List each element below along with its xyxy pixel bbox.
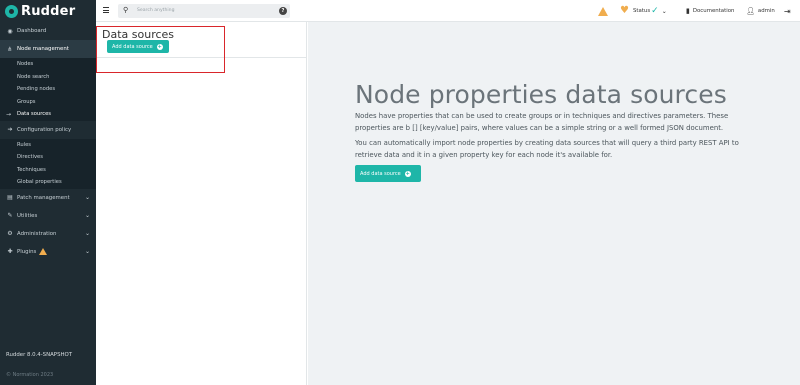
search-bar[interactable]: ⚲ Search anything ? xyxy=(118,4,290,18)
configuration-policy-submenu: Rules Directives Techniques Global prope… xyxy=(0,138,96,189)
dashboard-icon: ◉ xyxy=(7,27,13,35)
wrench-icon: ✎ xyxy=(7,212,13,219)
chevron-down-icon: ⌄ xyxy=(84,212,90,219)
warning-icon xyxy=(598,6,608,16)
gear-icon: ⚙ xyxy=(7,230,13,237)
copyright-label: © Normation 2023 xyxy=(6,372,54,378)
sidebar-subitem-nodes[interactable]: Nodes xyxy=(0,58,96,71)
topbar: ⚲ Search anything ? ♥ Status ✓ ⌄ ▮ Docum… xyxy=(96,0,800,22)
check-icon: ✓ xyxy=(651,6,659,16)
main-title: Node properties data sources xyxy=(355,80,727,109)
sidebar-item-plugins[interactable]: ✚ Plugins ⌄ xyxy=(0,243,96,261)
chevron-down-icon: ⌄ xyxy=(84,230,90,237)
description-paragraph: You can automatically import node proper… xyxy=(355,139,739,159)
node-management-submenu: Nodes Node search Pending nodes Groups D… xyxy=(0,58,96,121)
sidebar-item-patch-management[interactable]: ▤ Patch management ⌄ xyxy=(0,189,96,207)
description-paragraph: Nodes have properties that can be used t… xyxy=(355,112,729,132)
sidebar-subitem-node-search[interactable]: Node search xyxy=(0,71,96,84)
search-icon: ⚲ xyxy=(123,6,129,14)
sidebar-item-administration[interactable]: ⚙ Administration ⌄ xyxy=(0,225,96,243)
highlight-box xyxy=(96,26,225,73)
sidebar-item-utilities[interactable]: ✎ Utilities ⌄ xyxy=(0,207,96,225)
chevron-down-icon: ⌄ xyxy=(84,194,90,201)
sidebar-subitem-global-properties[interactable]: Global properties xyxy=(0,176,96,189)
sidebar-subitem-pending-nodes[interactable]: Pending nodes xyxy=(0,83,96,96)
sidebar-subitem-techniques[interactable]: Techniques xyxy=(0,164,96,177)
data-sources-list-panel: Data sources Add data source + xyxy=(96,22,307,385)
sidebar-subitem-data-sources[interactable]: Data sources xyxy=(0,108,96,121)
sidebar-item-label: Configuration policy xyxy=(17,126,72,133)
chevron-down-icon: ⌄ xyxy=(661,7,667,15)
arrow-right-icon: ➔ xyxy=(7,126,13,133)
book-icon: ▮ xyxy=(686,7,690,15)
button-label: Add data source xyxy=(360,170,401,177)
plus-circle-icon: + xyxy=(404,170,411,177)
documentation-label: Documentation xyxy=(692,8,735,14)
sidebar-item-label: Dashboard xyxy=(17,28,47,34)
server-icon: ▤ xyxy=(7,194,13,201)
brand-name: Rudder xyxy=(21,3,76,19)
rudder-logo-icon xyxy=(5,4,18,18)
sitemap-icon: ⋔ xyxy=(7,45,13,53)
status-menu[interactable]: ♥ Status ✓ ⌄ xyxy=(620,0,667,22)
compliance-warning-button[interactable] xyxy=(598,0,608,22)
help-icon[interactable]: ? xyxy=(279,7,287,15)
sidebar-item-node-management[interactable]: ⋔ Node management xyxy=(0,40,96,58)
status-label: Status xyxy=(632,8,651,14)
documentation-link[interactable]: ▮ Documentation xyxy=(686,0,734,22)
main-content: Node properties data sources Nodes have … xyxy=(308,22,800,385)
sidebar-item-label: Administration xyxy=(17,230,57,237)
sidebar-item-label: Plugins xyxy=(17,248,37,255)
hamburger-menu-icon[interactable] xyxy=(103,7,109,13)
puzzle-icon: ✚ xyxy=(7,248,13,255)
search-input[interactable]: Search anything xyxy=(137,8,175,13)
heart-icon: ♥ xyxy=(620,5,629,16)
sidebar-item-configuration-policy[interactable]: ➔ Configuration policy xyxy=(0,121,96,139)
sidebar-item-dashboard[interactable]: ◉ Dashboard xyxy=(0,22,96,40)
user-label: admin xyxy=(757,8,775,14)
user-icon: 👤︎ xyxy=(746,7,755,15)
sidebar: Rudder ◉ Dashboard ⋔ Node management Nod… xyxy=(0,0,96,385)
version-label: Rudder 8.0.4-SNAPSHOT xyxy=(6,352,73,358)
logout-icon[interactable]: ⇥ xyxy=(784,0,791,22)
user-menu[interactable]: 👤︎ admin xyxy=(746,0,775,22)
sidebar-subitem-directives[interactable]: Directives xyxy=(0,151,96,164)
sidebar-item-label: Patch management xyxy=(17,194,70,201)
sidebar-subitem-rules[interactable]: Rules xyxy=(0,139,96,152)
sidebar-item-label: Node management xyxy=(17,46,69,52)
sidebar-subitem-groups[interactable]: Groups xyxy=(0,96,96,109)
sidebar-item-label: Utilities xyxy=(17,212,38,219)
warning-icon xyxy=(39,248,48,255)
brand[interactable]: Rudder xyxy=(0,0,96,22)
chevron-down-icon: ⌄ xyxy=(84,248,90,255)
add-data-source-button[interactable]: Add data source + xyxy=(355,165,421,182)
